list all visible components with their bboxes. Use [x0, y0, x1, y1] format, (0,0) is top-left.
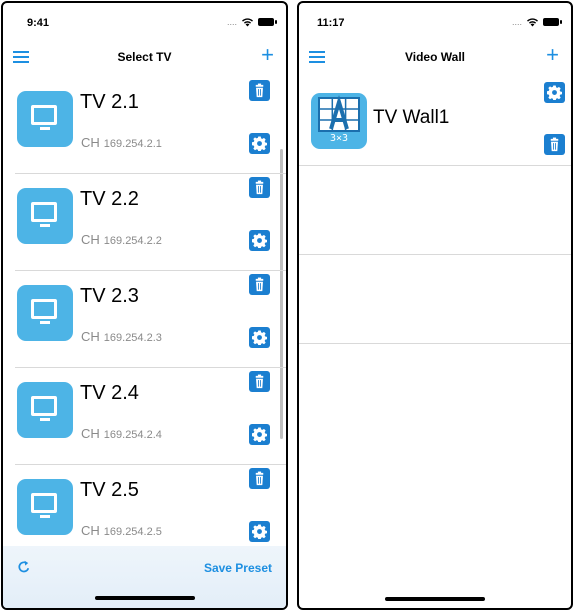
status-bar: 11:17 .... [299, 3, 571, 37]
tv-list-item[interactable]: TV 2.1 CH 169.254.2.1 [3, 77, 286, 174]
tv-ip-address: 169.254.2.5 [103, 526, 162, 538]
delete-button[interactable] [544, 134, 565, 155]
delete-button[interactable] [249, 468, 270, 489]
home-indicator [94, 596, 195, 600]
tv-name: TV 2.3 [80, 285, 139, 307]
trash-icon [255, 471, 264, 486]
bottom-toolbar: Save Preset [3, 546, 286, 608]
battery-icon [543, 18, 562, 26]
refresh-icon[interactable] [17, 560, 31, 574]
delete-button[interactable] [249, 177, 270, 198]
delete-button[interactable] [249, 274, 270, 295]
page-title: Select TV [117, 50, 172, 64]
add-tv-button[interactable]: + [261, 44, 274, 66]
settings-button[interactable] [249, 133, 270, 154]
tv-name: TV 2.4 [80, 382, 139, 404]
wifi-icon [527, 18, 538, 27]
add-wall-button[interactable]: + [546, 44, 559, 66]
signal-dots-icon: .... [226, 17, 237, 27]
tv-list-item[interactable]: TV 2.2 CH 169.254.2.2 [3, 174, 286, 271]
save-preset-button[interactable]: Save Preset [204, 561, 272, 575]
signal-dots-icon: .... [511, 17, 522, 27]
tv-icon [17, 382, 73, 438]
tv-ip-address: 169.254.2.2 [103, 235, 162, 247]
empty-row [299, 255, 571, 344]
tv-list-item[interactable]: TV 2.3 CH 169.254.2.3 [3, 271, 286, 368]
trash-icon [255, 277, 264, 292]
tv-icon [17, 91, 73, 147]
wall-name: TV Wall1 [373, 107, 450, 128]
status-time: 11:17 [317, 17, 345, 29]
tv-channel: CH 169.254.2.4 [81, 426, 162, 441]
gear-icon [252, 524, 267, 539]
video-wall-list: 3×3 TV Wall1 [299, 77, 571, 608]
page-title: Video Wall [404, 50, 465, 64]
tv-channel: CH 169.254.2.1 [81, 135, 162, 150]
settings-button[interactable] [249, 424, 270, 445]
tv-channel: CH 169.254.2.3 [81, 329, 162, 344]
video-wall-icon: 3×3 [311, 93, 367, 149]
delete-button[interactable] [249, 371, 270, 392]
tv-name: TV 2.5 [80, 479, 139, 501]
battery-icon [258, 18, 277, 26]
settings-button[interactable] [544, 82, 565, 103]
tv-list-item[interactable]: TV 2.4 CH 169.254.2.4 [3, 368, 286, 465]
gear-icon [252, 233, 267, 248]
trash-icon [550, 137, 559, 152]
settings-button[interactable] [249, 521, 270, 542]
list-item[interactable]: 3×3 TV Wall1 [299, 77, 571, 166]
settings-button[interactable] [249, 327, 270, 348]
gear-icon [252, 136, 267, 151]
empty-row [299, 166, 571, 255]
home-indicator [385, 597, 485, 601]
tv-name: TV 2.1 [80, 91, 139, 113]
tv-ip-address: 169.254.2.1 [103, 138, 162, 150]
tv-list: TV 2.1 CH 169.254.2.1 TV 2.2 CH 169.254.2.… [3, 77, 286, 608]
delete-button[interactable] [249, 80, 270, 101]
wifi-icon [242, 18, 253, 27]
tv-channel: CH 169.254.2.2 [81, 232, 162, 247]
gear-icon [547, 85, 562, 100]
gear-icon [252, 427, 267, 442]
trash-icon [255, 180, 264, 195]
tv-icon [17, 479, 73, 535]
tv-icon [17, 285, 73, 341]
select-tv-screen: 9:41 .... Select TV + TV 2.1 CH 169.254.2… [1, 1, 288, 610]
tv-name: TV 2.2 [80, 188, 139, 210]
tv-channel: CH 169.254.2.5 [81, 523, 162, 538]
trash-icon [255, 83, 264, 98]
video-wall-screen: 11:17 .... Video Wall + 3×3 TV Wall1 [297, 1, 573, 610]
gear-icon [252, 330, 267, 345]
nav-bar: Select TV + [3, 37, 286, 77]
trash-icon [255, 374, 264, 389]
status-time: 9:41 [27, 17, 50, 29]
nav-bar: Video Wall + [299, 37, 571, 77]
wall-size-badge: 3×3 [329, 133, 349, 144]
tv-icon [17, 188, 73, 244]
status-bar: 9:41 .... [3, 3, 286, 37]
tv-ip-address: 169.254.2.4 [103, 429, 162, 441]
settings-button[interactable] [249, 230, 270, 251]
tv-ip-address: 169.254.2.3 [103, 332, 162, 344]
